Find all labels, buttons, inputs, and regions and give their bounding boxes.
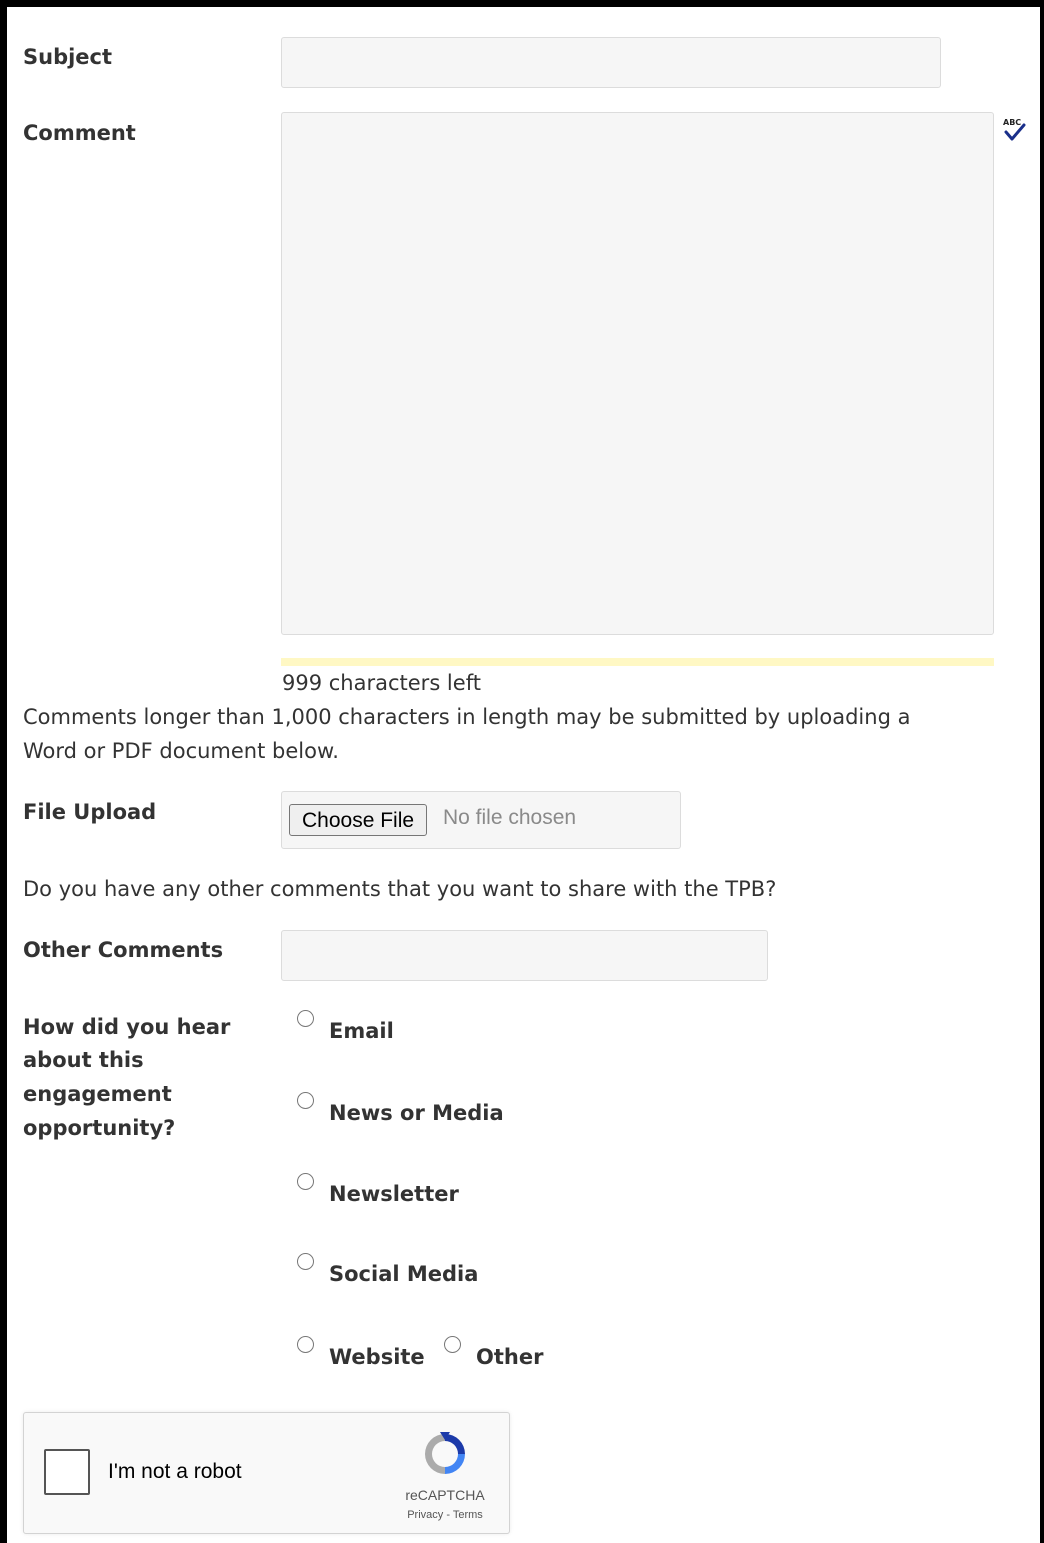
- subject-label: Subject: [23, 45, 113, 69]
- comment-textarea[interactable]: [281, 112, 994, 635]
- recaptcha-widget: I'm not a robot reCAPTCHA Privacy - Term…: [23, 1412, 510, 1534]
- radio-news-media[interactable]: [297, 1092, 314, 1109]
- recaptcha-logo-icon: [420, 1429, 470, 1479]
- svg-text:ABC: ABC: [1003, 118, 1021, 127]
- char-counter-bar: [281, 658, 994, 666]
- radio-label-website[interactable]: Website: [329, 1345, 425, 1369]
- radio-label-email[interactable]: Email: [329, 1019, 394, 1043]
- other-comments-prompt: Do you have any other comments that you …: [23, 877, 777, 901]
- radio-email[interactable]: [297, 1010, 314, 1027]
- recaptcha-links[interactable]: Privacy - Terms: [400, 1509, 490, 1521]
- hear-label-line4: opportunity?: [23, 1116, 176, 1140]
- radio-social-media[interactable]: [297, 1253, 314, 1270]
- recaptcha-brand: reCAPTCHA: [405, 1487, 485, 1503]
- recaptcha-label: I'm not a robot: [108, 1460, 242, 1483]
- radio-label-news-media[interactable]: News or Media: [329, 1101, 504, 1125]
- recaptcha-checkbox[interactable]: [44, 1449, 90, 1495]
- radio-label-newsletter[interactable]: Newsletter: [329, 1182, 459, 1206]
- page-frame-right: [1040, 0, 1044, 1543]
- no-file-text: No file chosen: [443, 806, 577, 829]
- radio-other[interactable]: [444, 1336, 461, 1353]
- choose-file-button[interactable]: Choose File: [289, 804, 428, 836]
- radio-newsletter[interactable]: [297, 1173, 314, 1190]
- subject-input[interactable]: [281, 37, 941, 88]
- radio-website[interactable]: [297, 1336, 314, 1353]
- long-comment-note-line1: Comments longer than 1,000 characters in…: [23, 705, 911, 729]
- hear-label-line1: How did you hear: [23, 1015, 231, 1039]
- comment-label: Comment: [23, 121, 136, 145]
- chars-left-text: 999 characters left: [282, 671, 481, 695]
- radio-label-social-media[interactable]: Social Media: [329, 1262, 478, 1286]
- spellcheck-icon[interactable]: ABC: [1002, 116, 1026, 142]
- long-comment-note-line2: Word or PDF document below.: [23, 739, 339, 763]
- hear-label-line3: engagement: [23, 1082, 172, 1106]
- hear-label-line2: about this: [23, 1048, 144, 1072]
- file-upload-field[interactable]: Choose File No file chosen: [281, 791, 681, 849]
- other-comments-label: Other Comments: [23, 938, 224, 962]
- other-comments-input[interactable]: [281, 930, 768, 981]
- radio-label-other[interactable]: Other: [476, 1345, 543, 1369]
- file-upload-label: File Upload: [23, 800, 157, 824]
